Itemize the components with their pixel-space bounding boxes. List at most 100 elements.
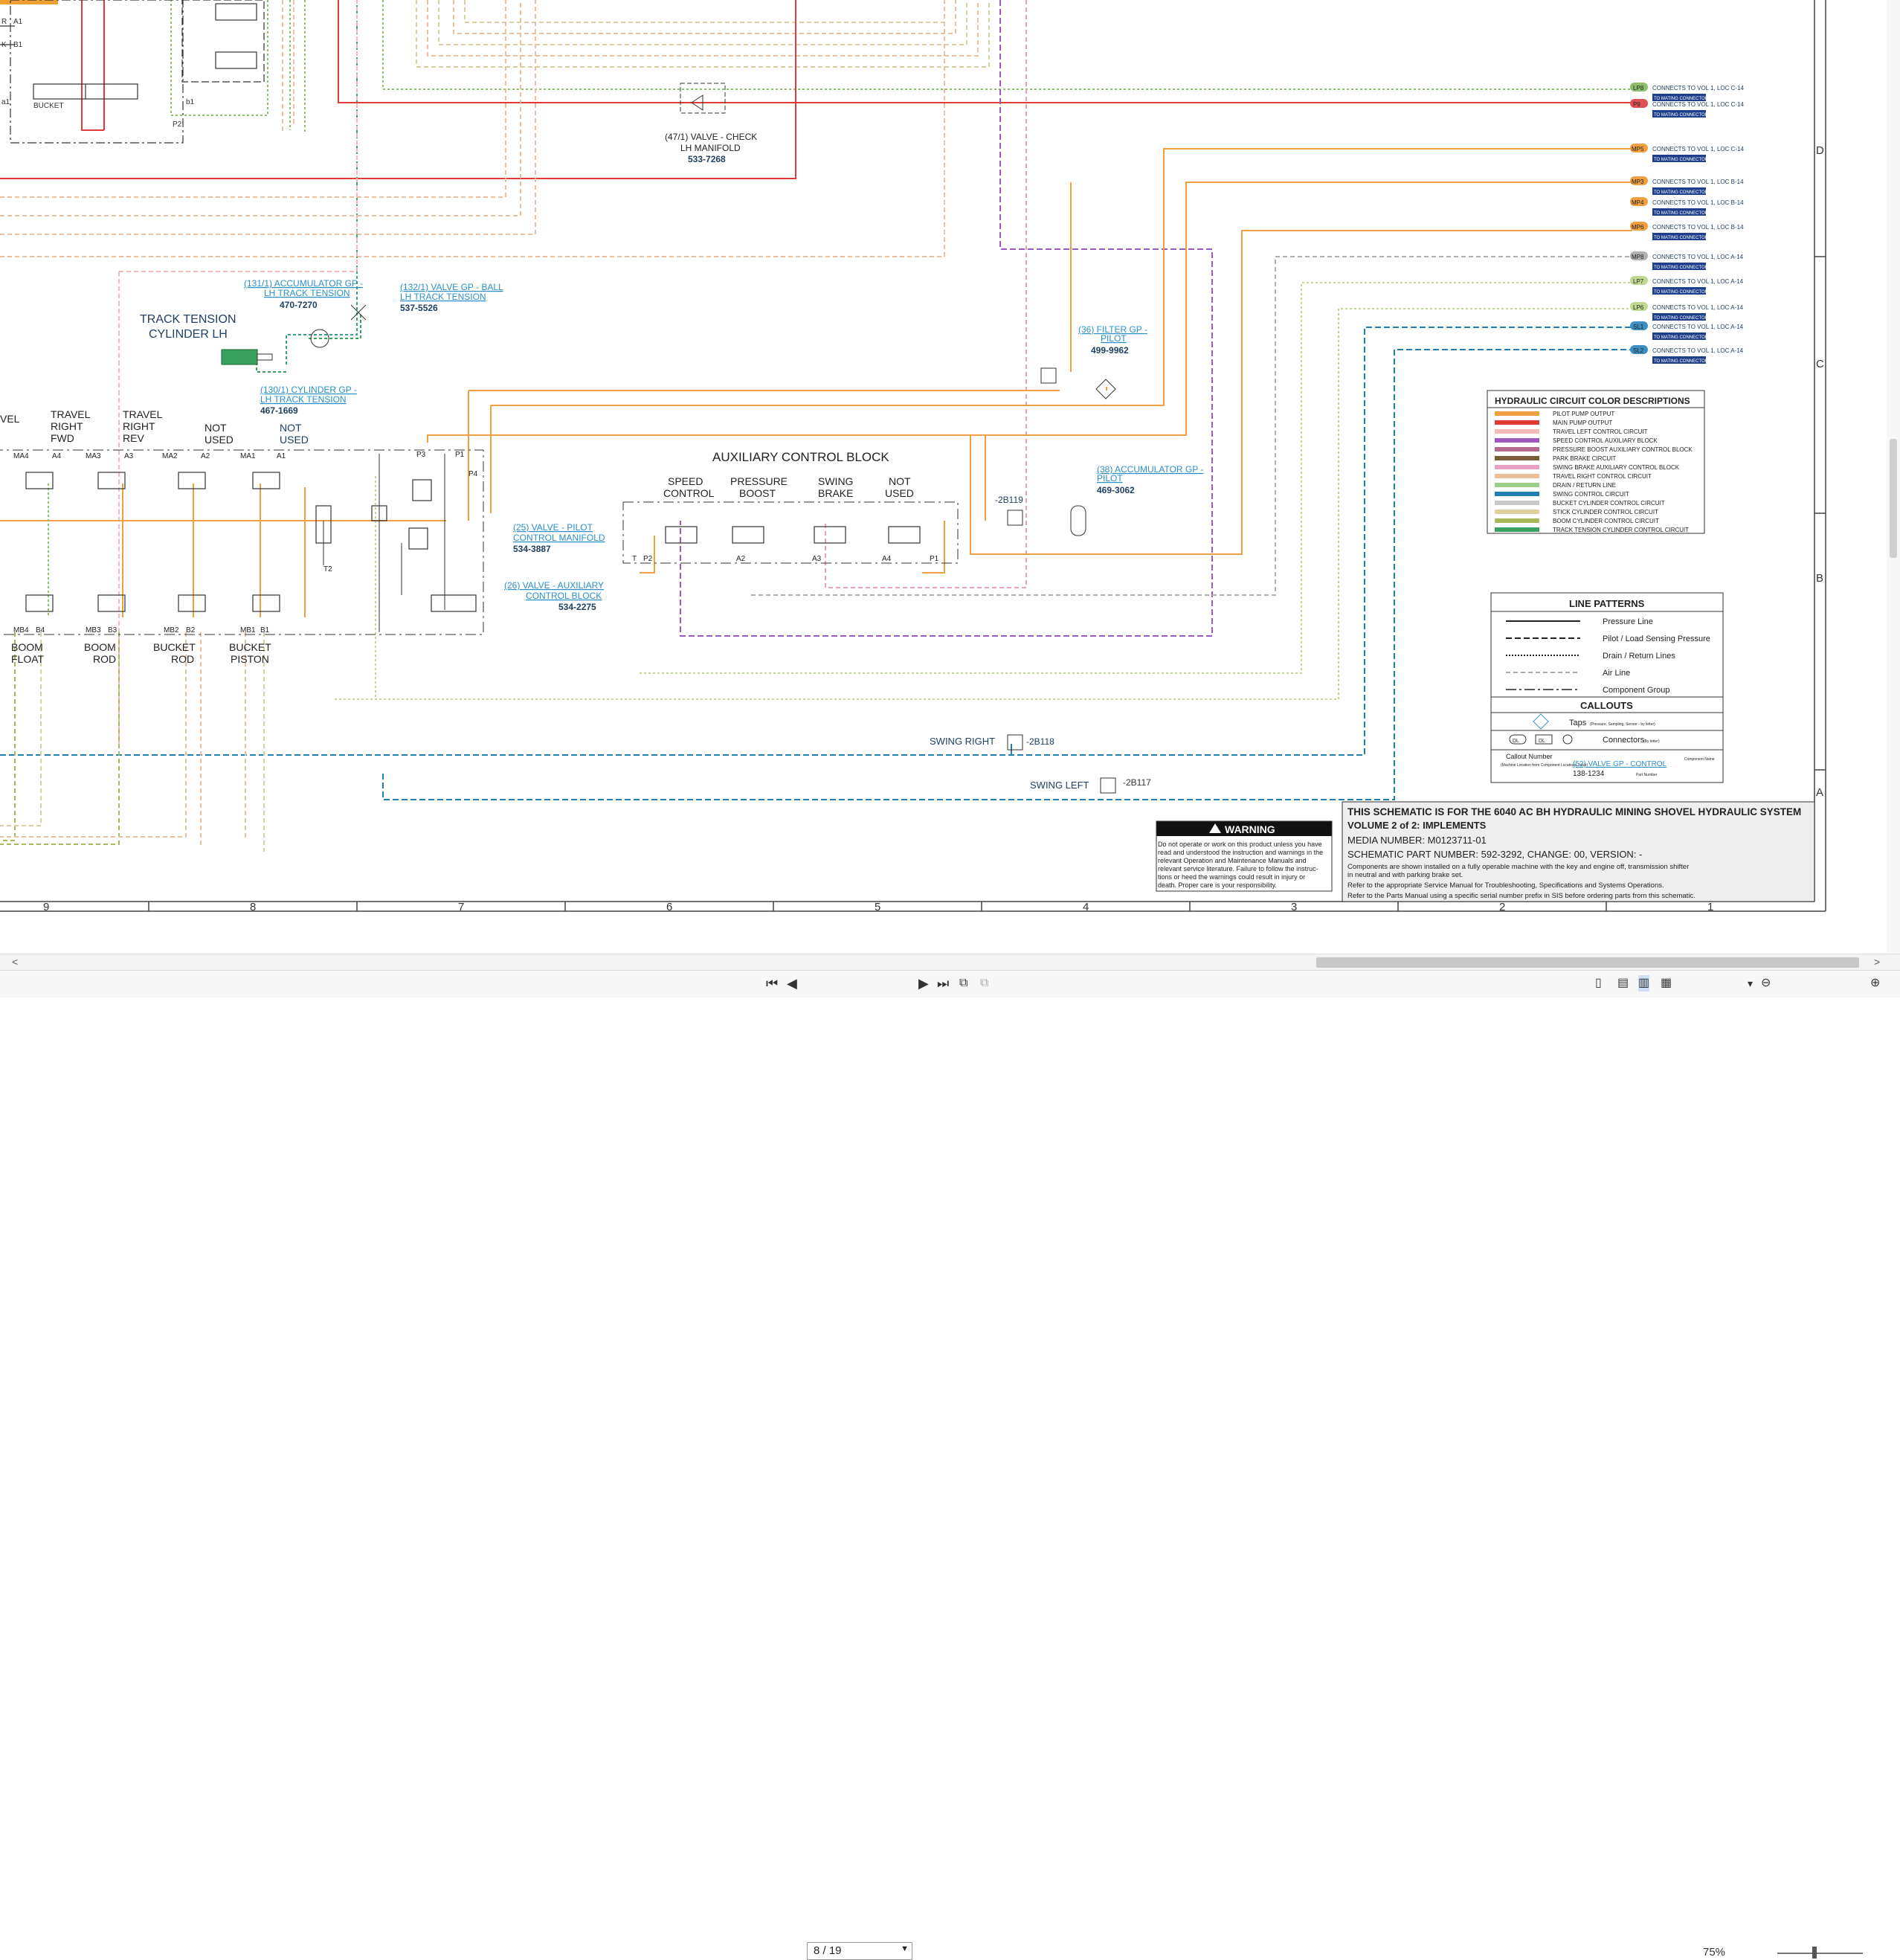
example-callout-link: (52) VALVE GP - CONTROL (1573, 760, 1667, 768)
horizontal-scroll-thumb[interactable] (1316, 957, 1859, 968)
page-selector[interactable]: 8 / 19 ▼ (807, 1942, 912, 1960)
callout-part: 534-3887 (513, 544, 551, 554)
zoom-dropdown-icon[interactable]: ▾ (1748, 975, 1753, 992)
single-page-icon[interactable]: ▯ (1595, 975, 1602, 992)
aux-section-label: CONTROL (663, 487, 715, 499)
connector-text: CONNECTS TO VOL 1, LOC B-14 (1652, 179, 1744, 185)
connector: SL2 CONNECTS TO VOL 1, LOC A-14 TO MATIN… (1630, 345, 1744, 364)
port-label: A2 (201, 452, 210, 460)
line-pattern-label: Pressure Line (1603, 617, 1653, 626)
legend-swatch (1495, 501, 1539, 505)
track-tension-title: CYLINDER LH (149, 328, 228, 341)
connector: MP5 CONNECTS TO VOL 1, LOC C-14 TO MATIN… (1630, 144, 1745, 162)
col-number: 7 (458, 901, 464, 913)
hydraulic-lines (0, 0, 1632, 852)
port-label: P1 (455, 451, 465, 459)
example-part: 138-1234 (1573, 770, 1605, 778)
track-tension-title: TRACK TENSION (140, 313, 236, 326)
title-line: in neutral and with parking brake set. (1347, 871, 1463, 879)
mating-label: TO MATING CONNECTOR (1654, 236, 1709, 240)
port-label: MB4 (13, 626, 29, 634)
col-number: 2 (1499, 901, 1505, 913)
legend-label: TRAVEL RIGHT CONTROL CIRCUIT (1553, 473, 1652, 480)
callout-part: 469-3062 (1097, 485, 1135, 495)
page-number: 8 / 19 (814, 1944, 842, 1957)
previous-view-icon[interactable]: ⧉ (959, 975, 967, 992)
valve-label: FLOAT (11, 653, 45, 665)
legend-label: TRAVEL LEFT CONTROL CIRCUIT (1553, 428, 1648, 435)
legend-swatch (1495, 510, 1539, 514)
port-label: T2 (323, 565, 332, 573)
connector-tag-label: LP7 (1633, 278, 1644, 285)
track-tension-group: TRACK TENSION CYLINDER LH (131/1) ACCUMU… (140, 278, 503, 416)
zoom-in-icon[interactable]: ⊕ (1870, 975, 1880, 992)
connector: P9 CONNECTS TO VOL 1, LOC C-14 TO MATING… (1630, 99, 1745, 118)
two-page-continuous-icon[interactable]: ▦ (1661, 975, 1672, 992)
two-page-icon[interactable]: ▥ (1638, 975, 1650, 992)
connector-tag-label: MP4 (1632, 199, 1644, 206)
port-label: P2 (173, 121, 182, 129)
warning-box: WARNING Do not operate or work on this p… (1156, 820, 1333, 892)
last-page-icon[interactable]: ⏭ (937, 975, 949, 992)
connector-tag-label: SL1 (1633, 324, 1644, 330)
aux-section-label: NOT (889, 475, 911, 487)
legend-swatch (1495, 447, 1539, 452)
valve-label: NOT (205, 422, 227, 434)
port-label: MA2 (162, 452, 178, 460)
connector: SL1 CONNECTS TO VOL 1, LOC A-14 TO MATIN… (1630, 321, 1744, 340)
vertical-scroll-thumb[interactable] (1890, 439, 1897, 558)
callout-sub: PILOT (1101, 333, 1127, 344)
next-page-icon[interactable]: ▶ (918, 975, 929, 992)
callout-sub: CONTROL MANIFOLD (513, 533, 605, 543)
callout-ref: (25) VALVE - PILOT (513, 522, 593, 533)
connector-tag-label: SL2 (1633, 347, 1644, 354)
zoom-slider-handle[interactable] (1812, 1947, 1817, 1959)
callout-ref: (132/1) VALVE GP - BALL (400, 282, 503, 292)
col-number: 8 (250, 901, 256, 913)
port-label: T (632, 555, 637, 563)
title-line: MEDIA NUMBER: M0123711-01 (1347, 835, 1487, 846)
col-number: 4 (1083, 901, 1089, 913)
zoom-out-icon[interactable]: ⊖ (1761, 975, 1771, 992)
continuous-page-icon[interactable]: ▤ (1617, 975, 1629, 992)
legend-label: TRACK TENSION CYLINDER CONTROL CIRCUIT (1553, 527, 1689, 533)
horizontal-scrollbar[interactable]: < > (0, 954, 1900, 971)
title-line: Refer to the appropriate Service Manual … (1347, 881, 1664, 890)
connector-text: CONNECTS TO VOL 1, LOC A-14 (1652, 278, 1744, 285)
aux-section-label: BRAKE (818, 487, 853, 499)
valve-label: PISTON (231, 653, 269, 665)
first-page-icon[interactable]: ⏮ (766, 975, 778, 992)
port-label: B2 (186, 626, 196, 634)
port-label: b1 (186, 98, 195, 106)
vertical-scrollbar[interactable] (1887, 0, 1900, 954)
zoom-level[interactable]: 75% (1703, 1946, 1725, 1959)
valve-label: NOT (280, 422, 302, 434)
taps-label: Taps (1569, 719, 1587, 727)
manifold-callouts: (25) VALVE - PILOT CONTROL MANIFOLD 534-… (504, 522, 605, 612)
schematic-sheet: 9 8 7 6 5 4 3 2 1 D C B A R A1 K B1 BUCK… (0, 0, 1826, 913)
title-line: Components are shown installed on a full… (1347, 863, 1689, 871)
next-view-icon[interactable]: ⧉ (980, 975, 988, 992)
previous-page-icon[interactable]: ◀ (787, 975, 797, 992)
connector: MP8 CONNECTS TO VOL 1, LOC A-14 TO MATIN… (1630, 251, 1744, 270)
connector-tag-label: LP8 (1633, 85, 1644, 91)
row-letters: D C B A (1816, 144, 1824, 799)
valve-label: BUCKET (33, 102, 64, 110)
warning-text: read and understood the instruction and … (1158, 849, 1323, 856)
connectors-note: (By letter) (1643, 739, 1660, 744)
zoom-slider[interactable] (1777, 1953, 1863, 1954)
callout-part: 467-1669 (260, 405, 298, 416)
aux-section-label: BOOST (739, 487, 776, 499)
top-left-valves (0, 0, 265, 144)
port-label: A4 (882, 555, 892, 563)
valve-label: BOOM (11, 641, 43, 653)
title-line: THIS SCHEMATIC IS FOR THE 6040 AC BH HYD… (1347, 806, 1801, 817)
legend-label: PILOT PUMP OUTPUT (1553, 411, 1614, 417)
valve-label: BUCKET (229, 641, 271, 653)
port-label: MA4 (13, 452, 29, 460)
valve-label: REV (123, 432, 144, 444)
scroll-left-arrow[interactable]: < (12, 956, 18, 968)
connector-tag-label: MP6 (1632, 224, 1644, 231)
scroll-right-arrow[interactable]: > (1874, 956, 1880, 968)
connector-tag-label: MP8 (1632, 254, 1644, 260)
